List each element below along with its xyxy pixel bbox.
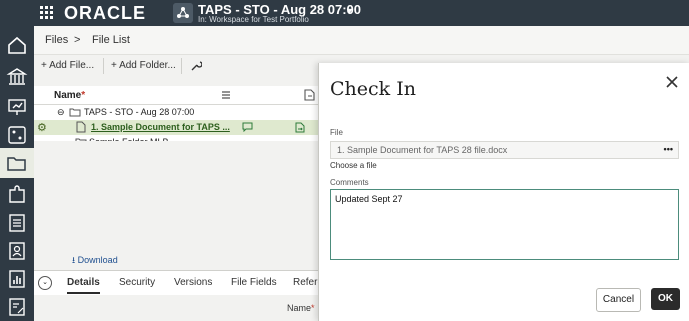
columns-icon[interactable] xyxy=(221,90,231,100)
breadcrumb-separator: > xyxy=(74,34,81,46)
row-label[interactable]: 1. Sample Document for TAPS ... xyxy=(91,122,230,132)
table-header: Name* xyxy=(34,86,318,105)
file-value: 1. Sample Document for TAPS 28 file.docx xyxy=(337,145,508,155)
file-toolbar: + Add File... + Add Folder... xyxy=(34,55,324,77)
tab-details[interactable]: Details xyxy=(67,277,100,294)
tab-versions[interactable]: Versions xyxy=(174,277,212,288)
required-mark: * xyxy=(81,90,86,101)
download-link[interactable]: ⭳ Download xyxy=(72,253,118,269)
row-label: TAPS - STO - Aug 28 07:00 xyxy=(84,107,195,117)
name-header-label: Name xyxy=(54,90,82,101)
checkout-status-icon[interactable] xyxy=(295,122,306,133)
list-empty-area xyxy=(34,141,318,248)
required-mark: * xyxy=(311,303,315,313)
add-folder-label: Add Folder... xyxy=(119,60,176,71)
collapse-panel-icon[interactable]: ⌄ xyxy=(38,276,52,290)
document-icon[interactable] xyxy=(6,212,28,234)
comments-value: Updated Sept 27 xyxy=(335,194,403,204)
tree-row[interactable]: ⊖ TAPS - STO - Aug 28 07:00 xyxy=(34,105,318,120)
ok-button[interactable]: OK xyxy=(651,288,680,310)
left-nav xyxy=(0,26,34,321)
tab-security[interactable]: Security xyxy=(119,277,155,288)
form-edit-icon[interactable] xyxy=(6,296,28,318)
contacts-icon[interactable] xyxy=(6,240,28,262)
breadcrumb-files[interactable]: Files xyxy=(45,34,68,46)
collapse-icon[interactable]: ⊖ xyxy=(57,107,65,118)
comments-textarea[interactable]: Updated Sept 27 xyxy=(330,189,679,260)
tree-row-selected[interactable]: ⚙ 1. Sample Document for TAPS ... xyxy=(34,120,318,135)
chevron-down-icon[interactable]: ▼ xyxy=(345,6,354,16)
file-label: File xyxy=(330,128,343,137)
workspace-subtitle: In: Workspace for Test Portfolio xyxy=(198,15,309,24)
home-icon[interactable] xyxy=(6,34,28,56)
oracle-logo: ORACLE xyxy=(64,3,146,23)
top-bar: ORACLE TAPS - STO - Aug 28 07:00 In: Wor… xyxy=(0,0,689,26)
gear-icon[interactable]: ⚙ xyxy=(37,121,47,134)
presentation-icon[interactable] xyxy=(6,96,28,118)
workspace-icon xyxy=(173,3,193,23)
tab-file-fields[interactable]: File Fields xyxy=(231,277,277,288)
checkin-column-icon xyxy=(304,89,315,101)
name-column-header[interactable]: Name* xyxy=(54,90,85,101)
download-icon: ⭳ xyxy=(72,255,76,265)
detail-tabs: ⌄ Details Security Versions File Fields … xyxy=(34,270,323,295)
app-grid-icon[interactable] xyxy=(40,6,54,20)
breadcrumb-file-list: File List xyxy=(92,34,130,46)
folder-icon xyxy=(7,157,26,171)
document-icon xyxy=(76,121,86,133)
add-file-button[interactable]: + Add File... xyxy=(41,60,94,71)
cancel-button[interactable]: Cancel xyxy=(596,288,641,312)
name-label-text: Name xyxy=(287,303,312,313)
nav-files[interactable] xyxy=(0,148,34,178)
toolbar-divider xyxy=(103,58,104,74)
toolbar-divider xyxy=(181,58,182,74)
file-field[interactable]: 1. Sample Document for TAPS 28 file.docx… xyxy=(330,141,679,159)
check-in-dialog: Check In File 1. Sample Document for TAP… xyxy=(318,63,689,321)
add-folder-button[interactable]: + Add Folder... xyxy=(111,60,176,71)
add-file-label: Add File... xyxy=(49,60,95,71)
dialog-title: Check In xyxy=(330,78,416,100)
comment-icon[interactable] xyxy=(242,122,253,132)
puzzle-icon[interactable] xyxy=(6,184,28,206)
comments-label: Comments xyxy=(330,178,369,187)
name-field-label: Name* xyxy=(287,303,315,313)
bank-icon[interactable] xyxy=(6,66,28,88)
close-icon[interactable] xyxy=(663,73,681,91)
choose-file-link[interactable]: Choose a file xyxy=(330,161,377,170)
download-label: Download xyxy=(77,255,118,265)
plus-icon: + xyxy=(41,60,47,71)
report-icon[interactable] xyxy=(6,268,28,290)
breadcrumb: Files > File List xyxy=(34,26,689,55)
plus-icon: + xyxy=(111,60,117,71)
folder-icon xyxy=(69,108,81,117)
more-options-icon[interactable]: ••• xyxy=(664,144,673,154)
wrench-icon[interactable] xyxy=(190,60,202,72)
dice-icon[interactable] xyxy=(6,124,28,146)
